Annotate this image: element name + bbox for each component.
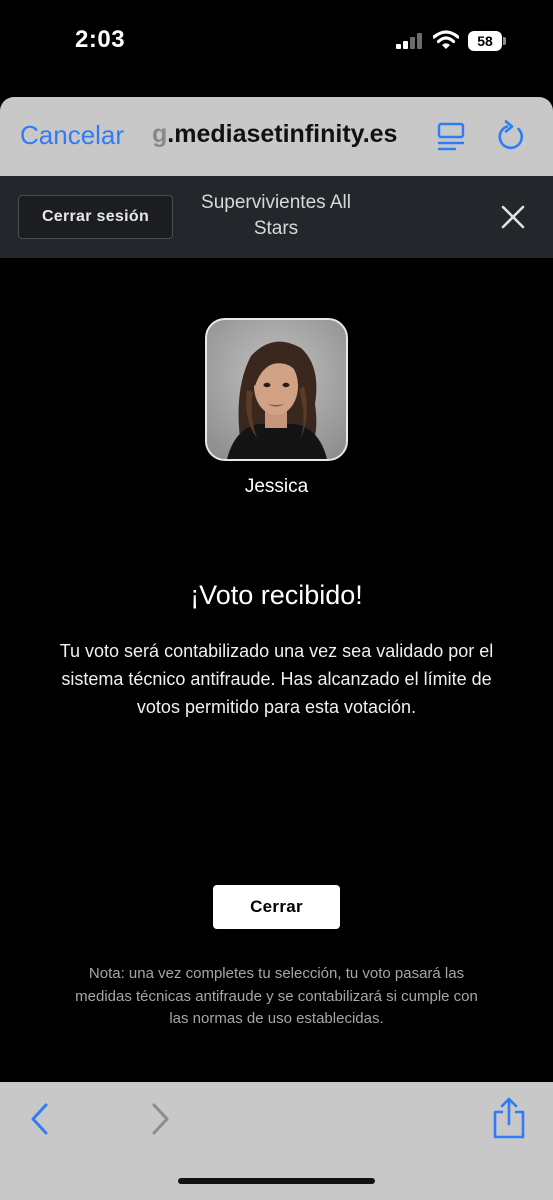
legal-note: Nota: una vez completes tu selección, tu… <box>75 965 478 1027</box>
reload-icon[interactable] <box>495 119 527 153</box>
status-bar: 2:03 58 <box>0 0 553 90</box>
close-icon[interactable] <box>500 204 526 230</box>
vote-confirmation-title: ¡Voto recibido! <box>190 580 363 610</box>
vote-confirmation-message: Tu voto será contabilizado una vez sea v… <box>59 641 494 717</box>
url-display[interactable]: g.mediasetinfinity.es <box>152 120 397 149</box>
battery-icon: 58 <box>468 31 506 51</box>
candidate-avatar <box>205 318 348 461</box>
reader-view-icon[interactable] <box>436 121 466 153</box>
chevron-right-icon[interactable] <box>148 1102 172 1136</box>
candidate-photo <box>207 320 346 459</box>
browser-sheet: Cancelar g.mediasetinfinity.es Cerrar se… <box>0 97 553 1200</box>
url-domain: .mediasetinfinity.es <box>167 120 398 148</box>
header-title: Supervivientes All Stars <box>201 192 351 239</box>
cancel-button[interactable]: Cancelar <box>20 120 124 151</box>
home-indicator <box>178 1178 375 1184</box>
status-time: 2:03 <box>75 26 126 53</box>
candidate-name: Jessica <box>244 476 309 497</box>
site-header: Cerrar sesión Supervivientes All Stars <box>0 176 553 258</box>
url-prefix: g <box>152 120 168 148</box>
chevron-left-icon[interactable] <box>28 1102 52 1136</box>
logout-button[interactable]: Cerrar sesión <box>18 195 173 239</box>
wifi-icon <box>433 30 459 49</box>
cellular-signal-icon <box>396 33 424 49</box>
browser-bottom-toolbar <box>0 1082 553 1200</box>
browser-address-bar: Cancelar g.mediasetinfinity.es <box>0 97 553 176</box>
battery-level: 58 <box>468 31 502 51</box>
share-icon[interactable] <box>490 1096 528 1140</box>
close-button[interactable]: Cerrar <box>213 885 340 929</box>
